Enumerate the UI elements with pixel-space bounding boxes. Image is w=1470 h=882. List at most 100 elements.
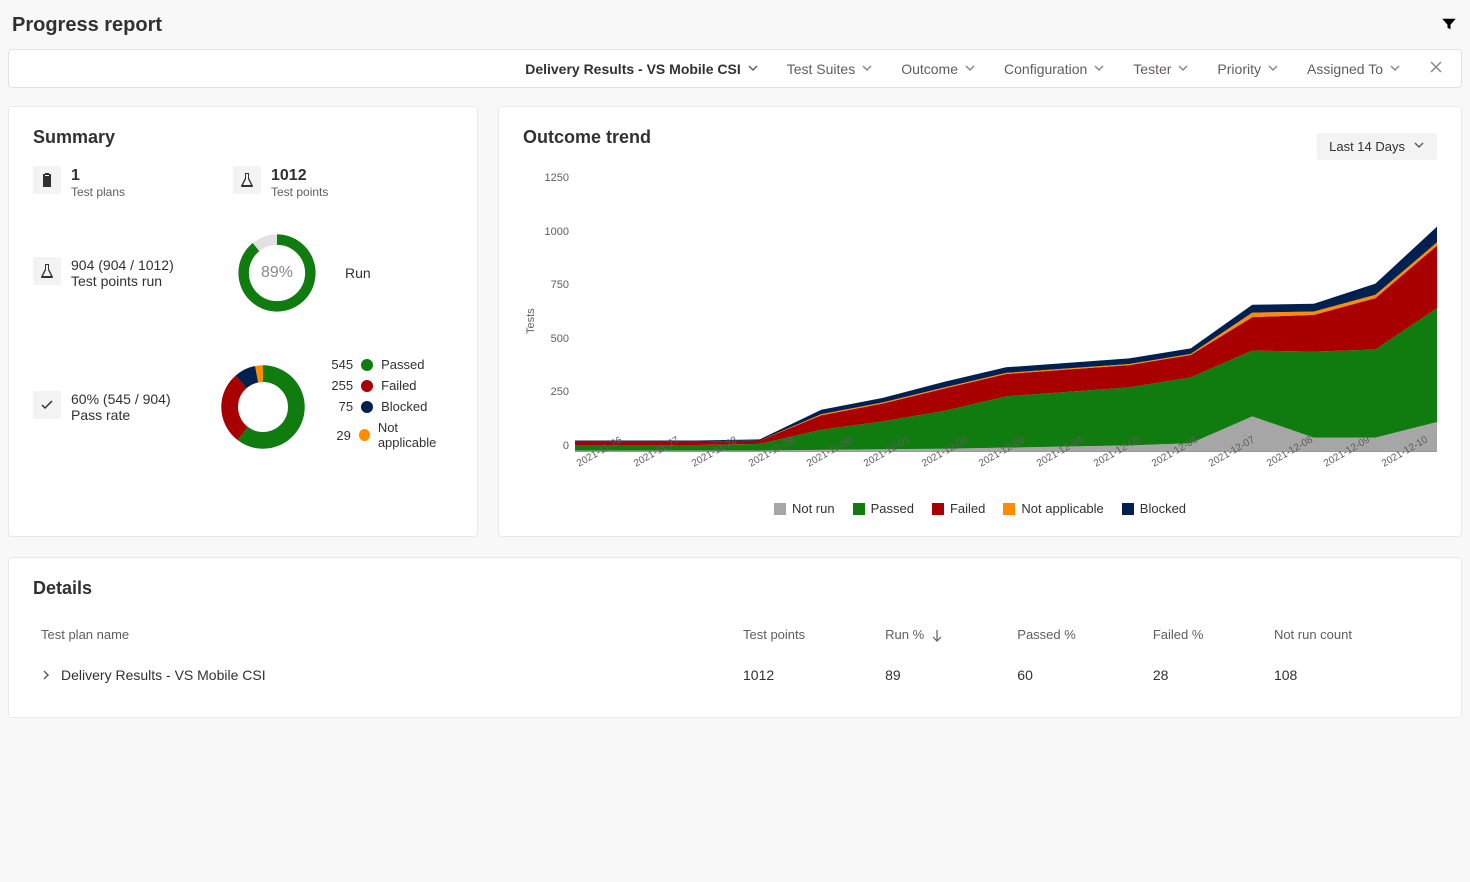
stat-value: 1 <box>71 166 125 185</box>
legend-count: 75 <box>327 399 353 414</box>
time-range-button[interactable]: Last 14 Days <box>1317 133 1437 160</box>
filter-label: Configuration <box>1004 61 1087 77</box>
filter-label: Outcome <box>901 61 958 77</box>
pass-donut-chart <box>219 363 307 451</box>
chevron-down-icon <box>1177 61 1189 77</box>
legend-square-icon <box>1122 503 1134 515</box>
cell-not-run: 108 <box>1266 653 1437 698</box>
legend-na: Not applicable <box>1003 501 1103 516</box>
stat-label: Test points <box>271 185 328 199</box>
filter-test-suites[interactable]: Test Suites <box>787 61 873 77</box>
legend-square-icon <box>853 503 865 515</box>
details-title: Details <box>33 578 1437 599</box>
sort-down-icon <box>928 627 942 642</box>
legend-square-icon <box>774 503 786 515</box>
legend-dot-icon <box>361 359 373 371</box>
flask-icon <box>33 257 61 285</box>
x-axis-ticks: 2021-11-262021-11-272021-11-282021-11-29… <box>537 460 1437 471</box>
outcome-trend-card: Outcome trend Last 14 Days Tests 1250100… <box>498 106 1462 537</box>
close-icon[interactable] <box>1429 60 1443 77</box>
y-axis-label: Tests <box>523 172 537 471</box>
stat-value: 60% <box>71 391 99 407</box>
legend-dot-icon <box>359 429 370 441</box>
legend-square-icon <box>932 503 944 515</box>
run-donut-label: Run <box>345 265 371 281</box>
details-table: Test plan name Test points Run % Passed … <box>33 617 1437 697</box>
stat-label: Pass rate <box>71 407 171 423</box>
legend-na: 29 Not applicable <box>327 420 453 450</box>
filter-test-plan-label: Delivery Results - VS Mobile CSI <box>525 61 741 77</box>
stat-test-points-run: 904 (904 / 1012) Test points run <box>33 257 213 289</box>
table-row[interactable]: Delivery Results - VS Mobile CSI10128960… <box>33 653 1437 698</box>
legend-passed: Passed <box>853 501 914 516</box>
filter-configuration[interactable]: Configuration <box>1004 61 1105 77</box>
legend-failed: Failed <box>932 501 985 516</box>
stat-fraction: (545 / 904) <box>103 391 171 407</box>
legend-count: 545 <box>327 357 353 372</box>
page-title: Progress report <box>12 14 162 37</box>
stat-pass-rate: 60% (545 / 904) Pass rate <box>33 391 199 423</box>
chevron-down-icon <box>964 61 976 77</box>
trend-plot <box>575 172 1437 452</box>
chevron-down-icon <box>747 61 759 77</box>
legend-count: 29 <box>327 428 351 443</box>
stat-test-points: 1012 Test points <box>233 166 433 199</box>
y-axis-ticks: 125010007505002500 <box>537 172 575 452</box>
legend-count: 255 <box>327 378 353 393</box>
filter-tester[interactable]: Tester <box>1133 61 1189 77</box>
legend-passed: 545 Passed <box>327 357 453 372</box>
col-points[interactable]: Test points <box>735 617 877 653</box>
filter-outcome[interactable]: Outcome <box>901 61 976 77</box>
cell-name: Delivery Results - VS Mobile CSI <box>61 667 266 683</box>
filter-icon[interactable] <box>1440 15 1458 36</box>
cell-points: 1012 <box>735 653 877 698</box>
col-not-run[interactable]: Not run count <box>1266 617 1437 653</box>
cell-failed-pct: 28 <box>1145 653 1266 698</box>
legend-label: Passed <box>381 357 424 372</box>
legend-dot-icon <box>361 401 373 413</box>
legend-blocked: 75 Blocked <box>327 399 453 414</box>
trend-title: Outcome trend <box>523 127 651 148</box>
stat-label: Test points run <box>71 273 174 289</box>
legend-label: Failed <box>381 378 416 393</box>
time-range-label: Last 14 Days <box>1329 139 1405 154</box>
summary-title: Summary <box>33 127 453 148</box>
page-header: Progress report <box>8 0 1462 49</box>
stat-label: Test plans <box>71 185 125 199</box>
legend-blocked: Blocked <box>1122 501 1186 516</box>
chevron-down-icon <box>861 61 873 77</box>
stat-value: 1012 <box>271 166 328 185</box>
filter-label: Test Suites <box>787 61 855 77</box>
filter-priority[interactable]: Priority <box>1217 61 1279 77</box>
legend-label: Not run <box>792 501 835 516</box>
chevron-down-icon <box>1267 61 1279 77</box>
legend-label: Blocked <box>381 399 427 414</box>
pass-legend: 545 Passed 255 Failed 75 Blocked <box>327 357 453 456</box>
flask-icon <box>233 166 261 194</box>
col-passed-pct[interactable]: Passed % <box>1009 617 1145 653</box>
filter-label: Assigned To <box>1307 61 1383 77</box>
col-name[interactable]: Test plan name <box>33 617 735 653</box>
run-donut-percent: 89% <box>233 229 321 317</box>
filter-label: Tester <box>1133 61 1171 77</box>
legend-label: Not applicable <box>1021 501 1103 516</box>
chevron-down-icon <box>1389 61 1401 77</box>
cell-run-pct: 89 <box>877 653 1009 698</box>
run-donut-chart: 89% <box>233 229 321 317</box>
check-icon <box>33 391 61 419</box>
table-header-row: Test plan name Test points Run % Passed … <box>33 617 1437 653</box>
chevron-down-icon <box>1413 139 1425 154</box>
col-run-pct[interactable]: Run % <box>877 617 1009 653</box>
filter-label: Priority <box>1217 61 1261 77</box>
stat-test-plans: 1 Test plans <box>33 166 233 199</box>
legend-label: Failed <box>950 501 985 516</box>
filter-test-plan[interactable]: Delivery Results - VS Mobile CSI <box>525 61 759 77</box>
legend-label: Not applicable <box>378 420 453 450</box>
trend-legend: Not run Passed Failed Not applicable Blo… <box>523 501 1437 516</box>
filter-assigned-to[interactable]: Assigned To <box>1307 61 1401 77</box>
col-failed-pct[interactable]: Failed % <box>1145 617 1266 653</box>
legend-not-run: Not run <box>774 501 835 516</box>
chevron-right-icon[interactable] <box>41 667 51 683</box>
filter-bar: Delivery Results - VS Mobile CSI Test Su… <box>8 49 1462 88</box>
chevron-down-icon <box>1093 61 1105 77</box>
